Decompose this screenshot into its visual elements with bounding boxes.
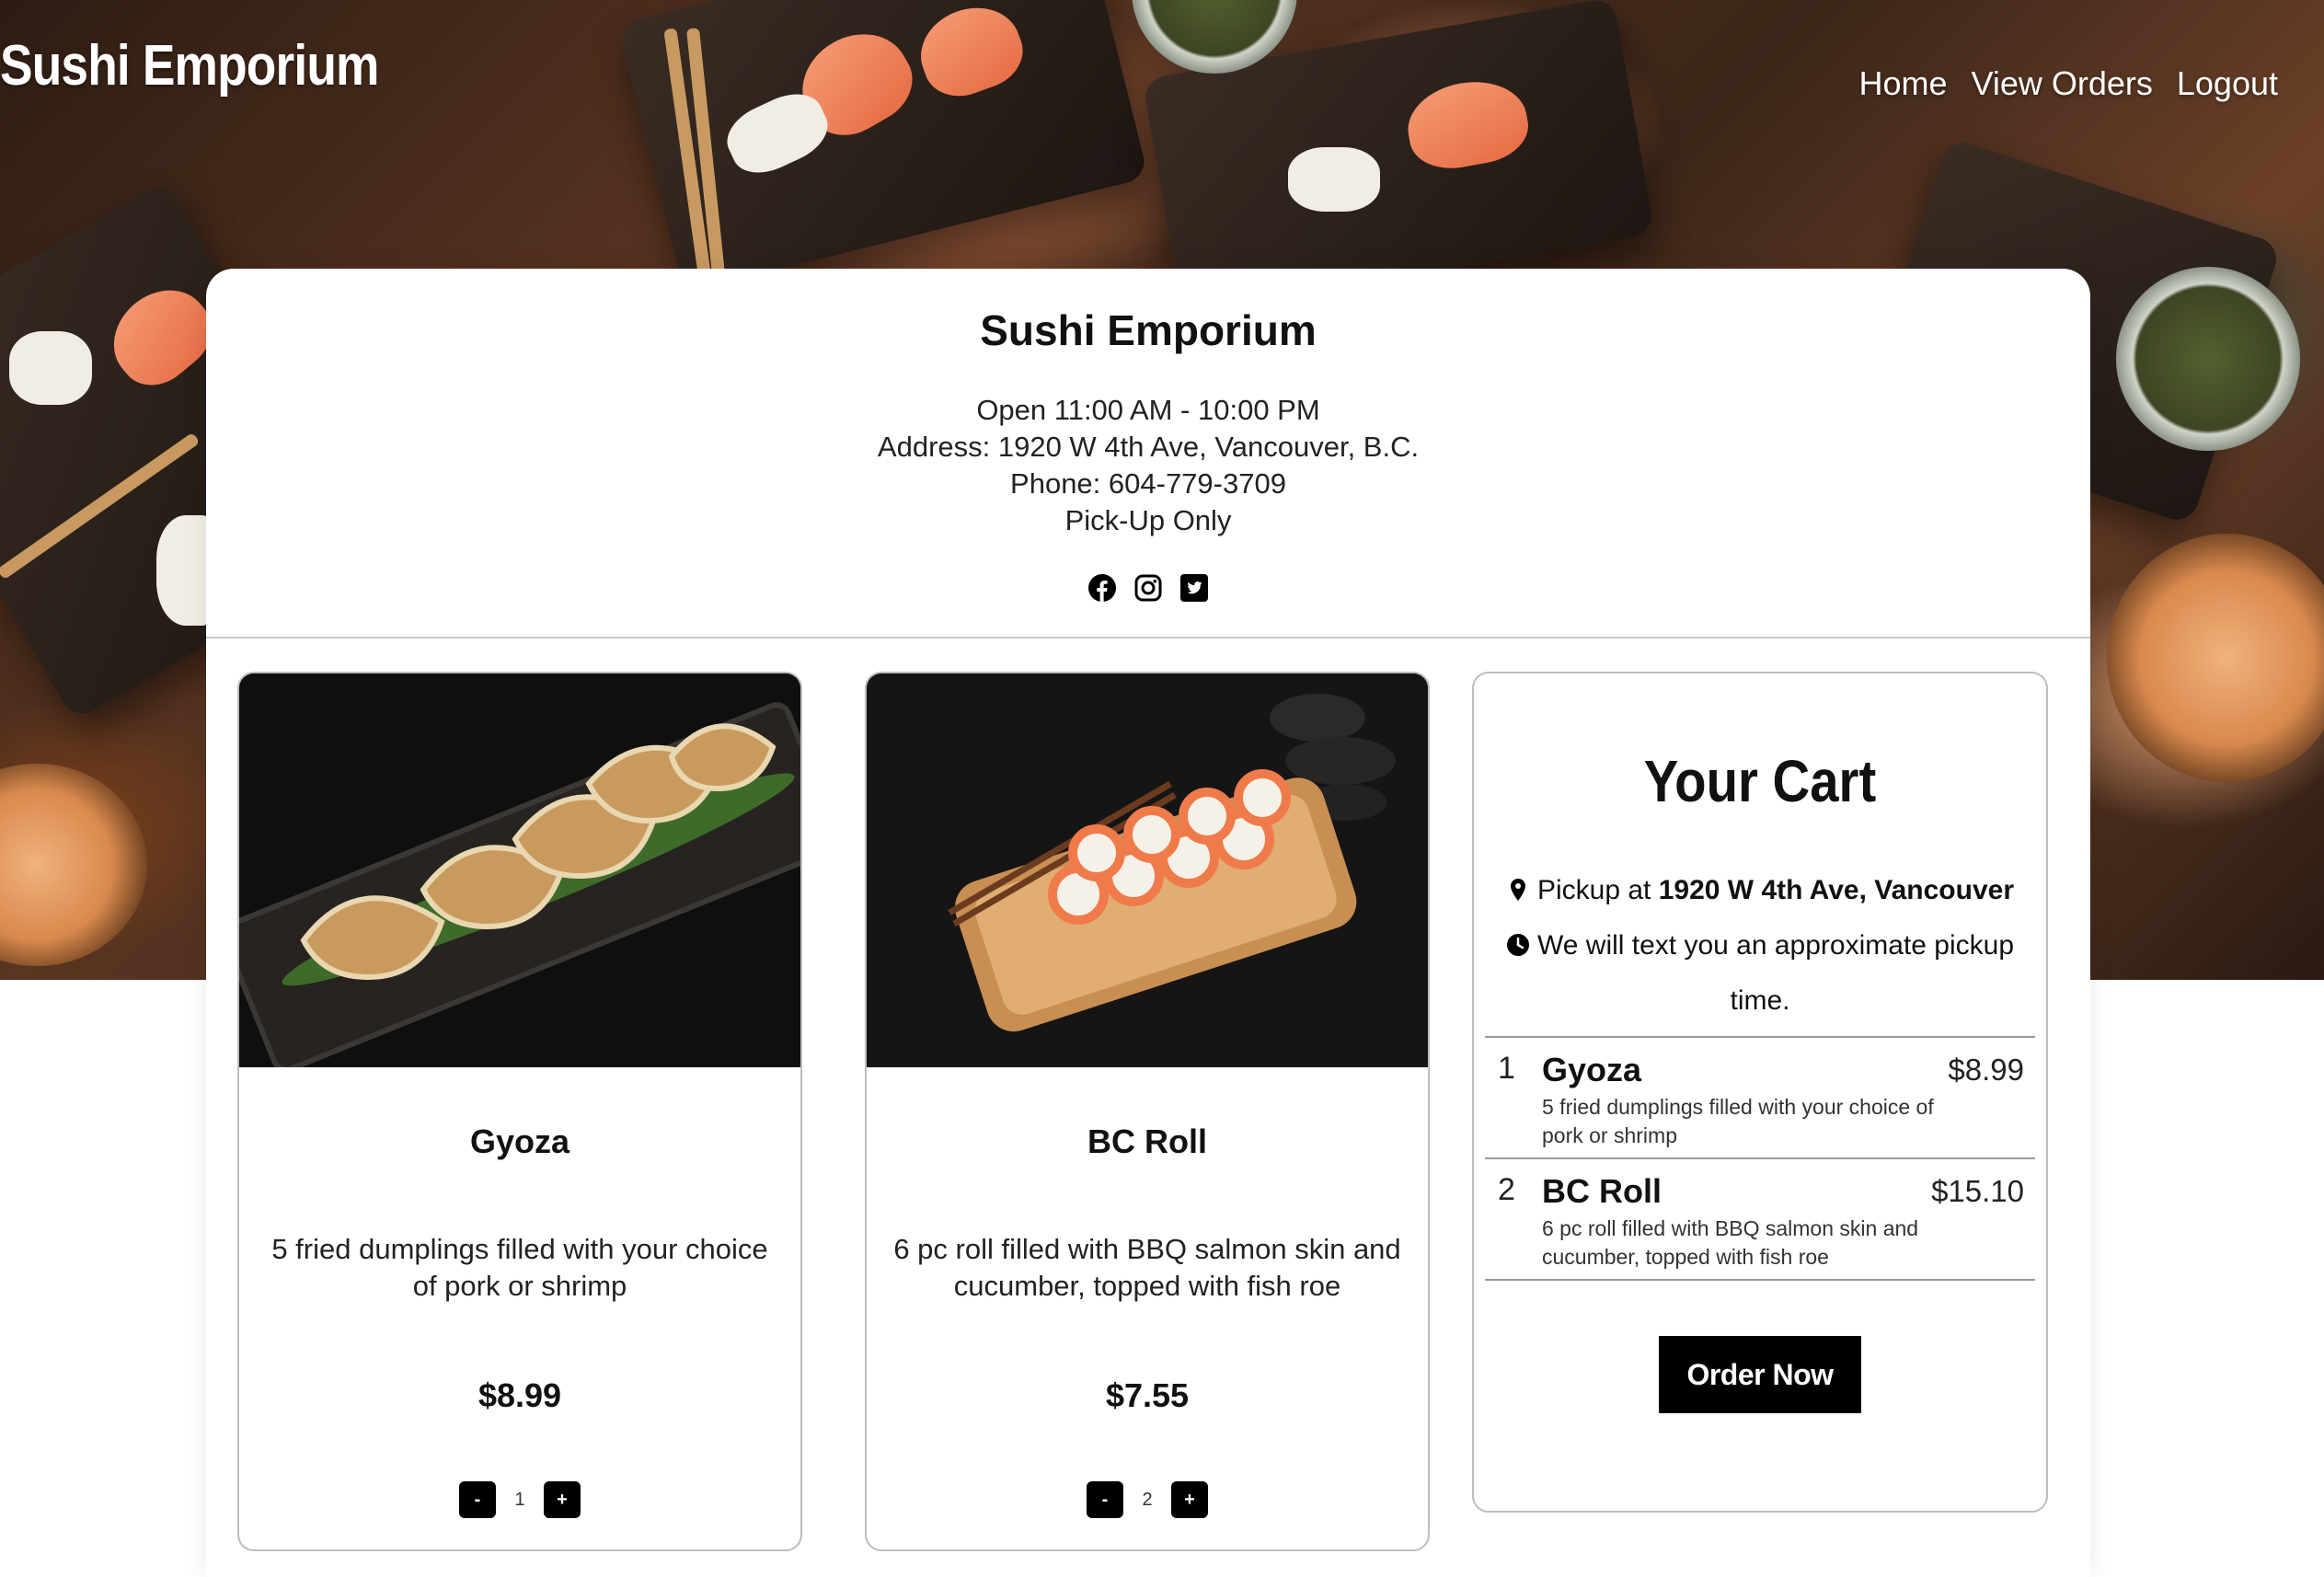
pickup-location: 1920 W 4th Ave, Vancouver	[1658, 875, 2014, 905]
decrement-button[interactable]: -	[459, 1481, 496, 1518]
restaurant-info: Sushi Emporium Open 11:00 AM - 10:00 PM …	[206, 269, 2090, 639]
brand-logo[interactable]: Sushi Emporium	[0, 33, 379, 98]
pickup-prefix: Pickup at	[1536, 875, 1659, 905]
restaurant-name: Sushi Emporium	[980, 306, 1317, 354]
twitter-icon[interactable]	[1180, 574, 1208, 602]
pickup-notice: We will text you an approximate pickup t…	[1536, 930, 2015, 1016]
cart-item-description: 5 fried dumplings filled with your choic…	[1542, 1095, 1934, 1147]
cart-items: 1 Gyoza 5 fried dumplings filled with yo…	[1485, 1036, 2035, 1281]
increment-button[interactable]: +	[1171, 1481, 1208, 1518]
restaurant-phone: Phone: 604-779-3709	[1010, 467, 1286, 500]
main-panel: Sushi Emporium Open 11:00 AM - 10:00 PM …	[206, 269, 2090, 1577]
quantity-stepper: - 1 +	[239, 1481, 800, 1518]
restaurant-hours: Open 11:00 AM - 10:00 PM	[976, 394, 1320, 426]
cart-pickup-info: Pickup at 1920 W 4th Ave, Vancouver We w…	[1485, 863, 2035, 1029]
cart-item-qty: 2	[1498, 1172, 1515, 1207]
clock-icon	[1506, 921, 1530, 956]
gyoza-photo	[239, 673, 800, 1067]
menu-card-gyoza: Gyoza 5 fried dumplings filled with your…	[237, 672, 802, 1551]
cart-panel: Your Cart Pickup at 1920 W 4th Ave, Vanc…	[1472, 672, 2048, 1513]
social-links	[206, 574, 2090, 602]
restaurant-address: Address: 1920 W 4th Ave, Vancouver, B.C.	[877, 431, 1420, 463]
increment-button[interactable]: +	[544, 1481, 581, 1518]
menu-item-name: Gyoza	[469, 1122, 570, 1160]
cart-item: 1 Gyoza 5 fried dumplings filled with yo…	[1485, 1038, 2035, 1159]
cart-item-price: $15.10	[1931, 1174, 2024, 1208]
menu-item-price: $7.55	[1105, 1376, 1190, 1414]
cart-item-description: 6 pc roll filled with BBQ salmon skin an…	[1542, 1216, 1919, 1269]
menu-item-description: 5 fried dumplings filled with your choic…	[271, 1233, 768, 1302]
nav-link-logout[interactable]: Logout	[2177, 64, 2278, 103]
menu-card-bc-roll: BC Roll 6 pc roll filled with BBQ salmon…	[865, 672, 1430, 1551]
instagram-icon[interactable]	[1134, 574, 1162, 602]
quantity-stepper: - 2 +	[867, 1481, 1428, 1518]
cart-title: Your Cart	[1643, 748, 1877, 814]
nav-link-home[interactable]: Home	[1858, 64, 1947, 103]
menu-item-price: $8.99	[477, 1376, 562, 1414]
map-pin-icon	[1506, 866, 1530, 901]
menu-item-description: 6 pc roll filled with BBQ salmon skin an…	[893, 1233, 1401, 1302]
decrement-button[interactable]: -	[1087, 1481, 1123, 1518]
menu-item-name: BC Roll	[1087, 1122, 1207, 1160]
cart-item: 2 BC Roll 6 pc roll filled with BBQ salm…	[1485, 1159, 2035, 1281]
facebook-icon[interactable]	[1088, 574, 1116, 602]
quantity-value: 2	[1142, 1489, 1153, 1510]
restaurant-pickup: Pick-Up Only	[1064, 504, 1232, 536]
cart-item-qty: 1	[1498, 1051, 1515, 1086]
top-nav: Home View Orders Logout	[1858, 64, 2278, 103]
quantity-value: 1	[514, 1489, 525, 1510]
cart-item-price: $8.99	[1948, 1053, 2024, 1087]
bc-roll-photo	[867, 673, 1428, 1067]
nav-link-view-orders[interactable]: View Orders	[1971, 64, 2152, 103]
order-now-button[interactable]: Order Now	[1659, 1336, 1861, 1413]
